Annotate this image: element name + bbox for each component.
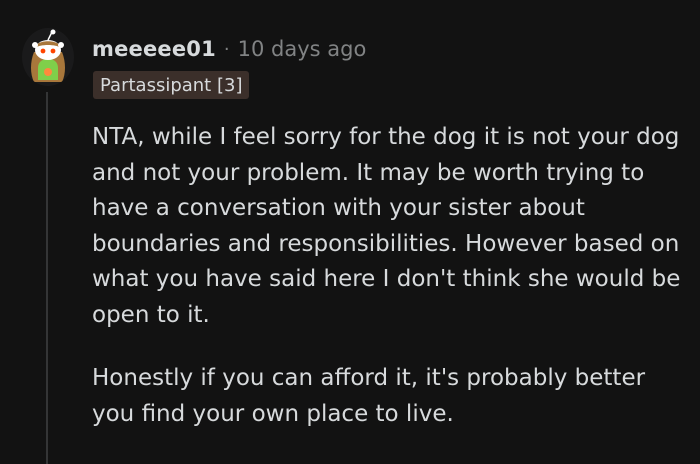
- comment-paragraph: Honestly if you can afford it, it's prob…: [92, 365, 646, 427]
- comment-meta: meeeee01 · 10 days ago: [92, 34, 366, 64]
- comment-timestamp[interactable]: 10 days ago: [238, 37, 367, 61]
- author-username[interactable]: meeeee01: [92, 37, 216, 61]
- thread-collapse-line[interactable]: [46, 92, 48, 464]
- user-flair: Partassipant [3]: [93, 71, 250, 99]
- comment-paragraph: NTA, while I feel sorry for the dog it i…: [92, 124, 681, 328]
- user-avatar[interactable]: [22, 28, 74, 86]
- comment: meeeee01 · 10 days ago Partassipant [3] …: [0, 0, 700, 464]
- reddit-snoo-avatar-icon: [31, 29, 65, 82]
- comment-body: NTA, while I feel sorry for the dog it i…: [92, 120, 688, 460]
- meta-separator: ·: [223, 38, 230, 60]
